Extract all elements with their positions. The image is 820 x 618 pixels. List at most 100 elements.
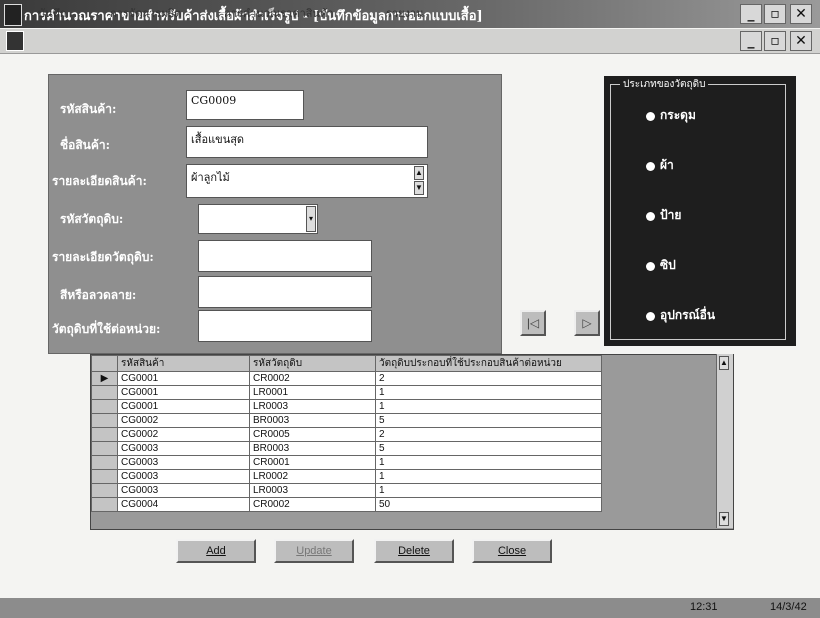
scroll-down-icon[interactable]: ▼ <box>719 512 729 526</box>
cell-qty[interactable]: 1 <box>375 455 602 470</box>
first-record-button[interactable]: |◁ <box>520 310 546 336</box>
cell-material-code[interactable]: LR0001 <box>249 385 376 400</box>
radio-label-fabric: ผ้า <box>660 158 674 172</box>
current-row-marker-icon: ▶ <box>91 371 118 386</box>
table-row[interactable]: CG0003 CR0001 1 <box>91 455 602 470</box>
menu-item-save[interactable]: บันทึก <box>38 4 66 22</box>
cell-product-code[interactable]: CG0003 <box>117 469 250 484</box>
cell-product-code[interactable]: CG0003 <box>117 441 250 456</box>
radio-label-buttons: กระดุม <box>660 108 696 122</box>
add-button[interactable]: Add <box>176 539 256 563</box>
child-close-button[interactable]: ✕ <box>790 31 812 51</box>
radio-button-zipper[interactable] <box>646 262 655 271</box>
table-row[interactable]: CG0003 BR0003 5 <box>91 441 602 456</box>
material-type-frame <box>610 84 786 340</box>
cell-material-code[interactable]: CR0002 <box>249 497 376 512</box>
cell-material-code[interactable]: LR0002 <box>249 469 376 484</box>
scroll-down-icon[interactable]: ▼ <box>414 181 424 195</box>
product-detail-field[interactable]: ผ้าลูกไม้ <box>186 164 428 198</box>
menu-item-production[interactable]: การจัดการผลิต <box>110 4 181 22</box>
cell-product-code[interactable]: CG0002 <box>117 413 250 428</box>
minimize-button[interactable]: _ <box>740 4 762 24</box>
table-row[interactable]: CG0002 CR0005 2 <box>91 427 602 442</box>
menu-item-report[interactable]: รายงาน <box>386 4 424 22</box>
row-selector[interactable] <box>91 469 118 484</box>
material-grid[interactable]: รหัสสินค้า รหัสวัตถุดิบ วัตถุดิบประกอบที… <box>90 354 734 530</box>
material-code-label: รหัสวัตถุดิบ: <box>60 212 124 226</box>
status-date: 14/3/42 <box>770 601 807 613</box>
table-row[interactable]: CG0001 LR0003 1 <box>91 399 602 414</box>
first-record-icon: |◁ <box>526 316 540 330</box>
row-selector[interactable] <box>91 497 118 512</box>
cell-material-code[interactable]: LR0003 <box>249 483 376 498</box>
maximize-button[interactable]: ▫ <box>764 4 786 24</box>
product-code-field[interactable]: CG0009 <box>186 90 304 120</box>
color-label: สีหรือลวดลาย: <box>60 288 137 302</box>
material-per-unit-label: วัตถุดิบที่ใช้ต่อหน่วย: <box>52 322 161 336</box>
cell-product-code[interactable]: CG0003 <box>117 483 250 498</box>
color-field[interactable] <box>198 276 372 308</box>
material-detail-field[interactable] <box>198 240 372 272</box>
scroll-up-icon[interactable]: ▲ <box>414 166 424 180</box>
radio-label-other: อุปกรณ์อื่น <box>660 308 716 322</box>
material-code-combo[interactable] <box>198 204 318 234</box>
cell-qty[interactable]: 50 <box>375 497 602 512</box>
cell-qty[interactable]: 1 <box>375 399 602 414</box>
cell-qty[interactable]: 2 <box>375 371 602 386</box>
grid-table: รหัสสินค้า รหัสวัตถุดิบ วัตถุดิบประกอบที… <box>91 355 602 512</box>
cell-qty[interactable]: 5 <box>375 441 602 456</box>
table-row[interactable]: CG0004 CR0002 50 <box>91 497 602 512</box>
column-header-qty-per-unit[interactable]: วัตถุดิบประกอบที่ใช้ประกอบสินค้าต่อหน่วย <box>375 355 602 372</box>
cell-product-code[interactable]: CG0003 <box>117 455 250 470</box>
cell-material-code[interactable]: CR0005 <box>249 427 376 442</box>
next-record-button[interactable]: ▷ <box>574 310 600 336</box>
cell-qty[interactable]: 1 <box>375 385 602 400</box>
cell-product-code[interactable]: CG0004 <box>117 497 250 512</box>
child-restore-button[interactable]: ▫ <box>764 31 786 51</box>
material-per-unit-field[interactable] <box>198 310 372 342</box>
menu-item-pricing[interactable]: การคำนวณราคาสินค้า <box>224 4 334 22</box>
radio-button-fabric[interactable] <box>646 162 655 171</box>
cell-product-code[interactable]: CG0002 <box>117 427 250 442</box>
product-name-field[interactable]: เสื้อแขนสุด <box>186 126 428 158</box>
row-selector[interactable] <box>91 413 118 428</box>
next-record-icon: ▷ <box>582 316 592 330</box>
row-selector[interactable] <box>91 385 118 400</box>
table-row[interactable]: CG0001 LR0001 1 <box>91 385 602 400</box>
update-button[interactable]: Update <box>274 539 354 563</box>
cell-qty[interactable]: 2 <box>375 427 602 442</box>
column-header-product-code[interactable]: รหัสสินค้า <box>117 355 250 372</box>
table-row[interactable]: CG0002 BR0003 5 <box>91 413 602 428</box>
table-row[interactable]: CG0003 LR0003 1 <box>91 483 602 498</box>
table-row[interactable]: CG0003 LR0002 1 <box>91 469 602 484</box>
cell-material-code[interactable]: BR0003 <box>249 441 376 456</box>
cell-product-code[interactable]: CG0001 <box>117 385 250 400</box>
column-header-material-code[interactable]: รหัสวัตถุดิบ <box>249 355 376 372</box>
row-selector[interactable] <box>91 427 118 442</box>
cell-product-code[interactable]: CG0001 <box>117 371 250 386</box>
cell-qty[interactable]: 1 <box>375 469 602 484</box>
radio-button-buttons[interactable] <box>646 112 655 121</box>
grid-vertical-scrollbar[interactable] <box>716 354 733 528</box>
cell-material-code[interactable]: LR0003 <box>249 399 376 414</box>
delete-button[interactable]: Delete <box>374 539 454 563</box>
table-row[interactable]: ▶ CG0001 CR0002 2 <box>91 371 602 386</box>
row-selector[interactable] <box>91 441 118 456</box>
row-selector[interactable] <box>91 455 118 470</box>
row-selector[interactable] <box>91 483 118 498</box>
cell-material-code[interactable]: CR0002 <box>249 371 376 386</box>
cell-material-code[interactable]: CR0001 <box>249 455 376 470</box>
close-button[interactable]: Close <box>472 539 552 563</box>
child-minimize-button[interactable]: _ <box>740 31 762 51</box>
scroll-up-icon[interactable]: ▲ <box>719 356 729 370</box>
cell-product-code[interactable]: CG0001 <box>117 399 250 414</box>
cell-qty[interactable]: 1 <box>375 483 602 498</box>
close-window-button[interactable]: ✕ <box>790 4 812 24</box>
cell-qty[interactable]: 5 <box>375 413 602 428</box>
row-selector[interactable] <box>91 399 118 414</box>
dropdown-arrow-icon[interactable]: ▾ <box>306 206 316 232</box>
radio-button-label[interactable] <box>646 212 655 221</box>
document-icon <box>6 31 24 51</box>
radio-button-other[interactable] <box>646 312 655 321</box>
cell-material-code[interactable]: BR0003 <box>249 413 376 428</box>
